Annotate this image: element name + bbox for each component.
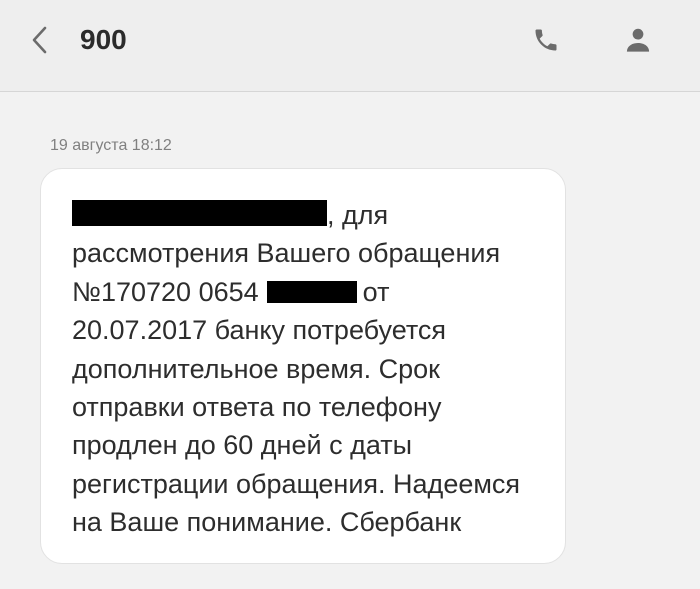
person-icon bbox=[626, 28, 650, 52]
message-line: отправки ответа по телефону bbox=[72, 392, 442, 423]
message-line: на Ваше понимание. Сбербанк bbox=[72, 507, 462, 538]
phone-icon bbox=[535, 29, 557, 51]
conversation-title: 900 bbox=[80, 24, 127, 55]
redacted-block bbox=[72, 200, 327, 226]
chevron-left-icon bbox=[32, 26, 47, 54]
message-fragment: от bbox=[362, 276, 390, 307]
message-line: , для bbox=[72, 196, 552, 234]
message-fragment: , для bbox=[327, 200, 389, 230]
message-line: продлен до 60 дней с даты bbox=[72, 430, 413, 461]
message-line: регистрации обращения. Надеемся bbox=[72, 468, 521, 499]
message-line: рассмотрения Вашего обращения bbox=[72, 238, 501, 269]
message-line: дополнительное время. Срок bbox=[72, 353, 440, 384]
message-fragment: №170720 0654 bbox=[72, 276, 259, 307]
message-timestamp: 19 августа 18:12 bbox=[50, 137, 172, 154]
app-header: 900 bbox=[0, 0, 700, 92]
contact-button[interactable] bbox=[616, 18, 660, 62]
redacted-block bbox=[266, 280, 357, 303]
message-text: , для рассмотрения Вашего обращения №170… bbox=[72, 196, 552, 542]
back-button[interactable] bbox=[22, 20, 58, 60]
message-line: №170720 0654 от bbox=[72, 273, 552, 311]
message-line: 20.07.2017 банку потребуется bbox=[72, 315, 447, 346]
call-button[interactable] bbox=[524, 18, 568, 62]
